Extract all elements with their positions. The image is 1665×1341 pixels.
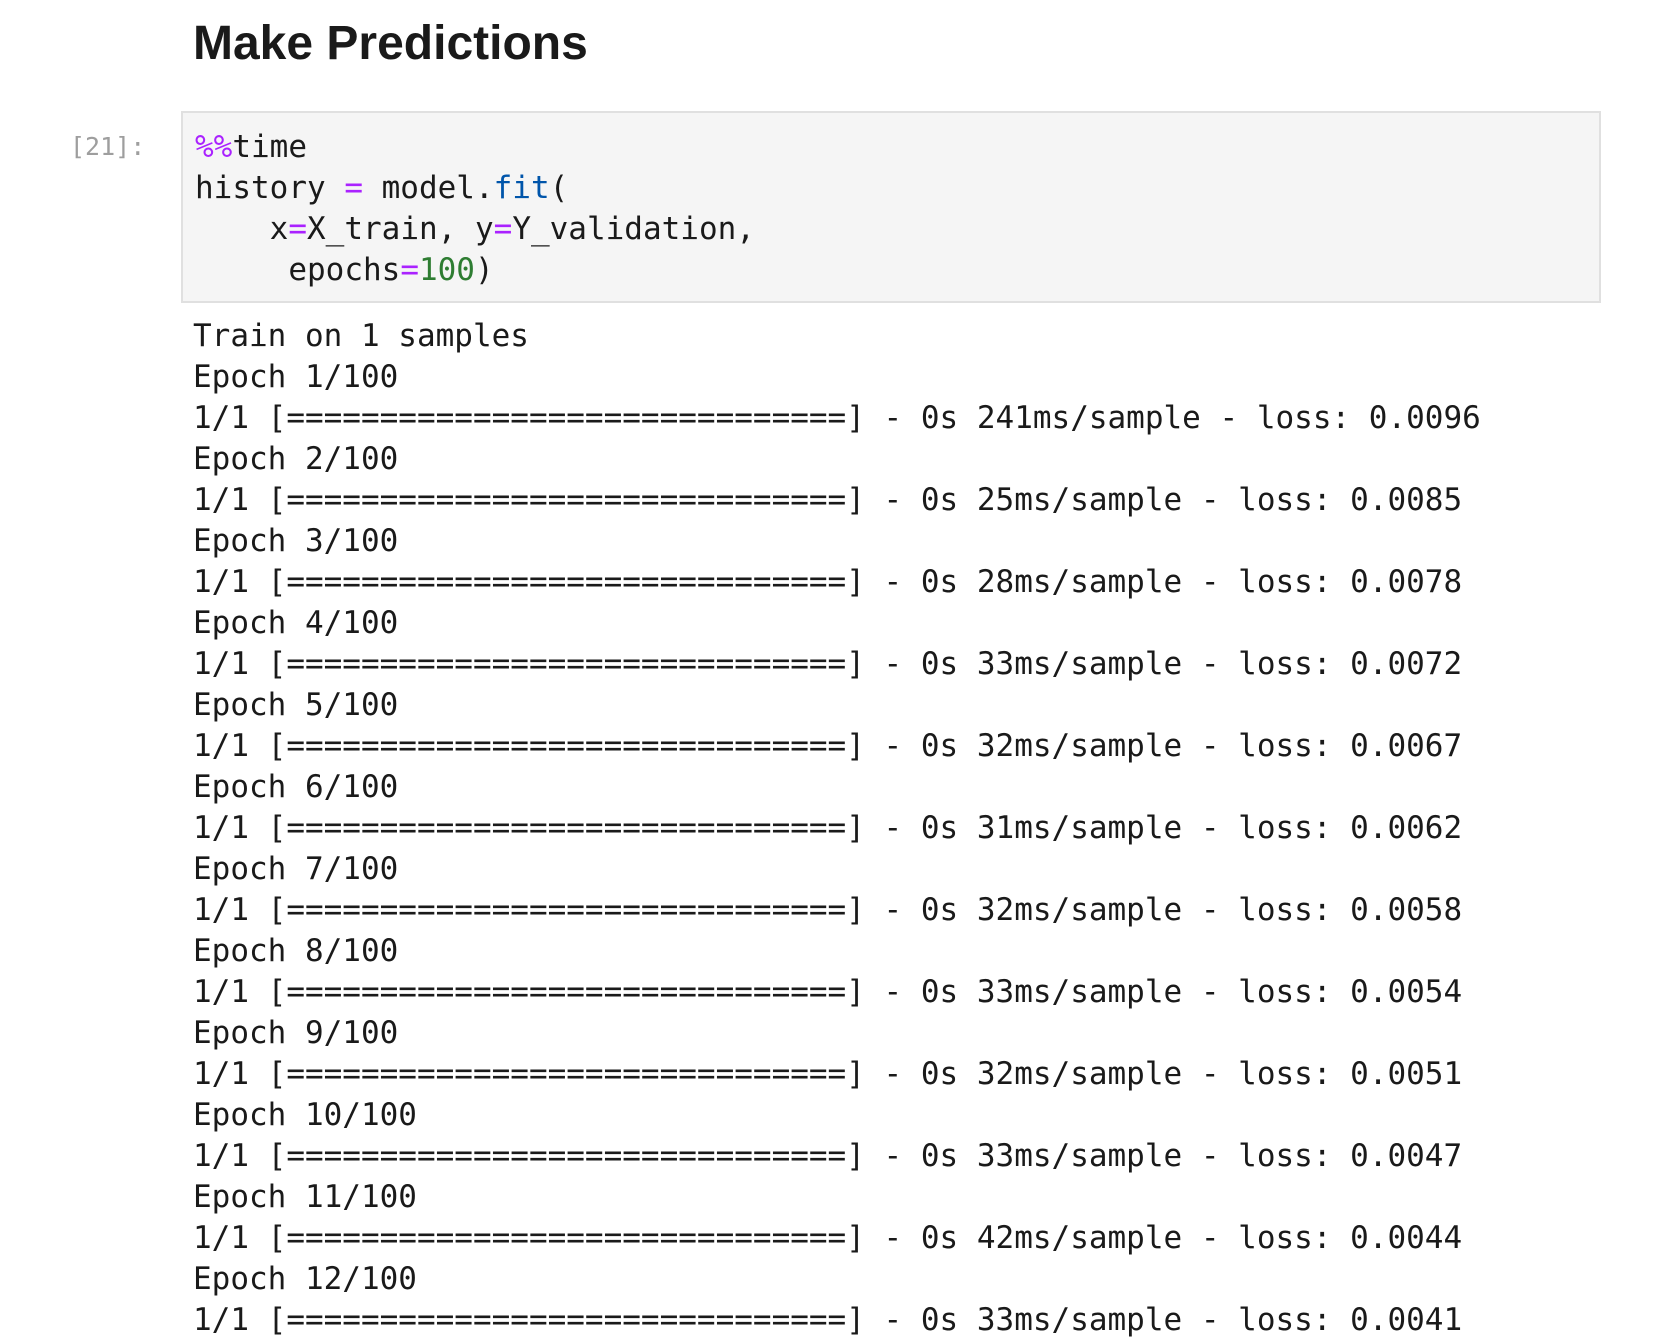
output-line: 1/1 [==============================] - 0…	[193, 564, 1463, 600]
output-line: 1/1 [==============================] - 0…	[193, 1220, 1463, 1256]
cell-execution-count: [21]:	[70, 132, 146, 161]
output-line: 1/1 [==============================] - 0…	[193, 1138, 1463, 1174]
output-line: Epoch 3/100	[193, 523, 399, 559]
output-line: 1/1 [==============================] - 0…	[193, 482, 1463, 518]
operator-token: =	[493, 211, 513, 247]
output-line: 1/1 [==============================] - 0…	[193, 728, 1463, 764]
output-line: Epoch 12/100	[193, 1261, 417, 1297]
operator-token: =	[400, 252, 419, 288]
output-line: Epoch 11/100	[193, 1179, 417, 1215]
section-heading: Make Predictions	[193, 17, 588, 70]
output-line: Epoch 9/100	[193, 1015, 399, 1051]
operator-token: =	[344, 170, 363, 206]
code-text: time	[232, 129, 307, 165]
code-text: history	[195, 170, 345, 206]
output-line: Epoch 5/100	[193, 687, 399, 723]
code-text: )	[474, 252, 494, 288]
code-text: Y_validation,	[512, 211, 755, 247]
output-line: Epoch 1/100	[193, 359, 399, 395]
output-line: Epoch 10/100	[193, 1097, 417, 1133]
output-line: Epoch 4/100	[193, 605, 399, 641]
output-line: 1/1 [==============================] - 0…	[193, 892, 1463, 928]
output-line: 1/1 [==============================] - 0…	[193, 646, 1463, 682]
code-line: history = model.fit(	[195, 168, 1599, 209]
output-line: Epoch 7/100	[193, 851, 399, 887]
output-line: Epoch 6/100	[193, 769, 399, 805]
output-line: 1/1 [==============================] - 0…	[193, 400, 1481, 436]
code-text: (	[549, 170, 569, 206]
output-line: 1/1 [==============================] - 0…	[193, 810, 1463, 846]
output-line: 1/1 [==============================] - 0…	[193, 1302, 1463, 1338]
code-text: model.	[362, 170, 494, 206]
output-line: 1/1 [==============================] - 0…	[193, 1056, 1463, 1092]
code-line: epochs=100)	[195, 250, 1599, 291]
code-text: X_train, y	[307, 211, 494, 247]
code-line: %%time	[195, 127, 1599, 168]
output-line: Epoch 2/100	[193, 441, 399, 477]
output-line: Epoch 8/100	[193, 933, 399, 969]
code-cell-editor[interactable]: %%time history = model.fit( x=X_train, y…	[181, 111, 1601, 303]
code-text: epochs	[288, 252, 401, 288]
output-line: 1/1 [==============================] - 0…	[193, 974, 1463, 1010]
output-line: Train on 1 samples	[193, 318, 529, 354]
cell-magic-token: %%	[195, 129, 233, 165]
cell-output: Train on 1 samples Epoch 1/100 1/1 [====…	[193, 316, 1653, 1341]
code-text: x	[269, 211, 289, 247]
number-token: 100	[418, 252, 475, 288]
operator-token: =	[288, 211, 307, 247]
code-line: x=X_train, y=Y_validation,	[195, 209, 1599, 250]
method-token: fit	[493, 170, 550, 206]
